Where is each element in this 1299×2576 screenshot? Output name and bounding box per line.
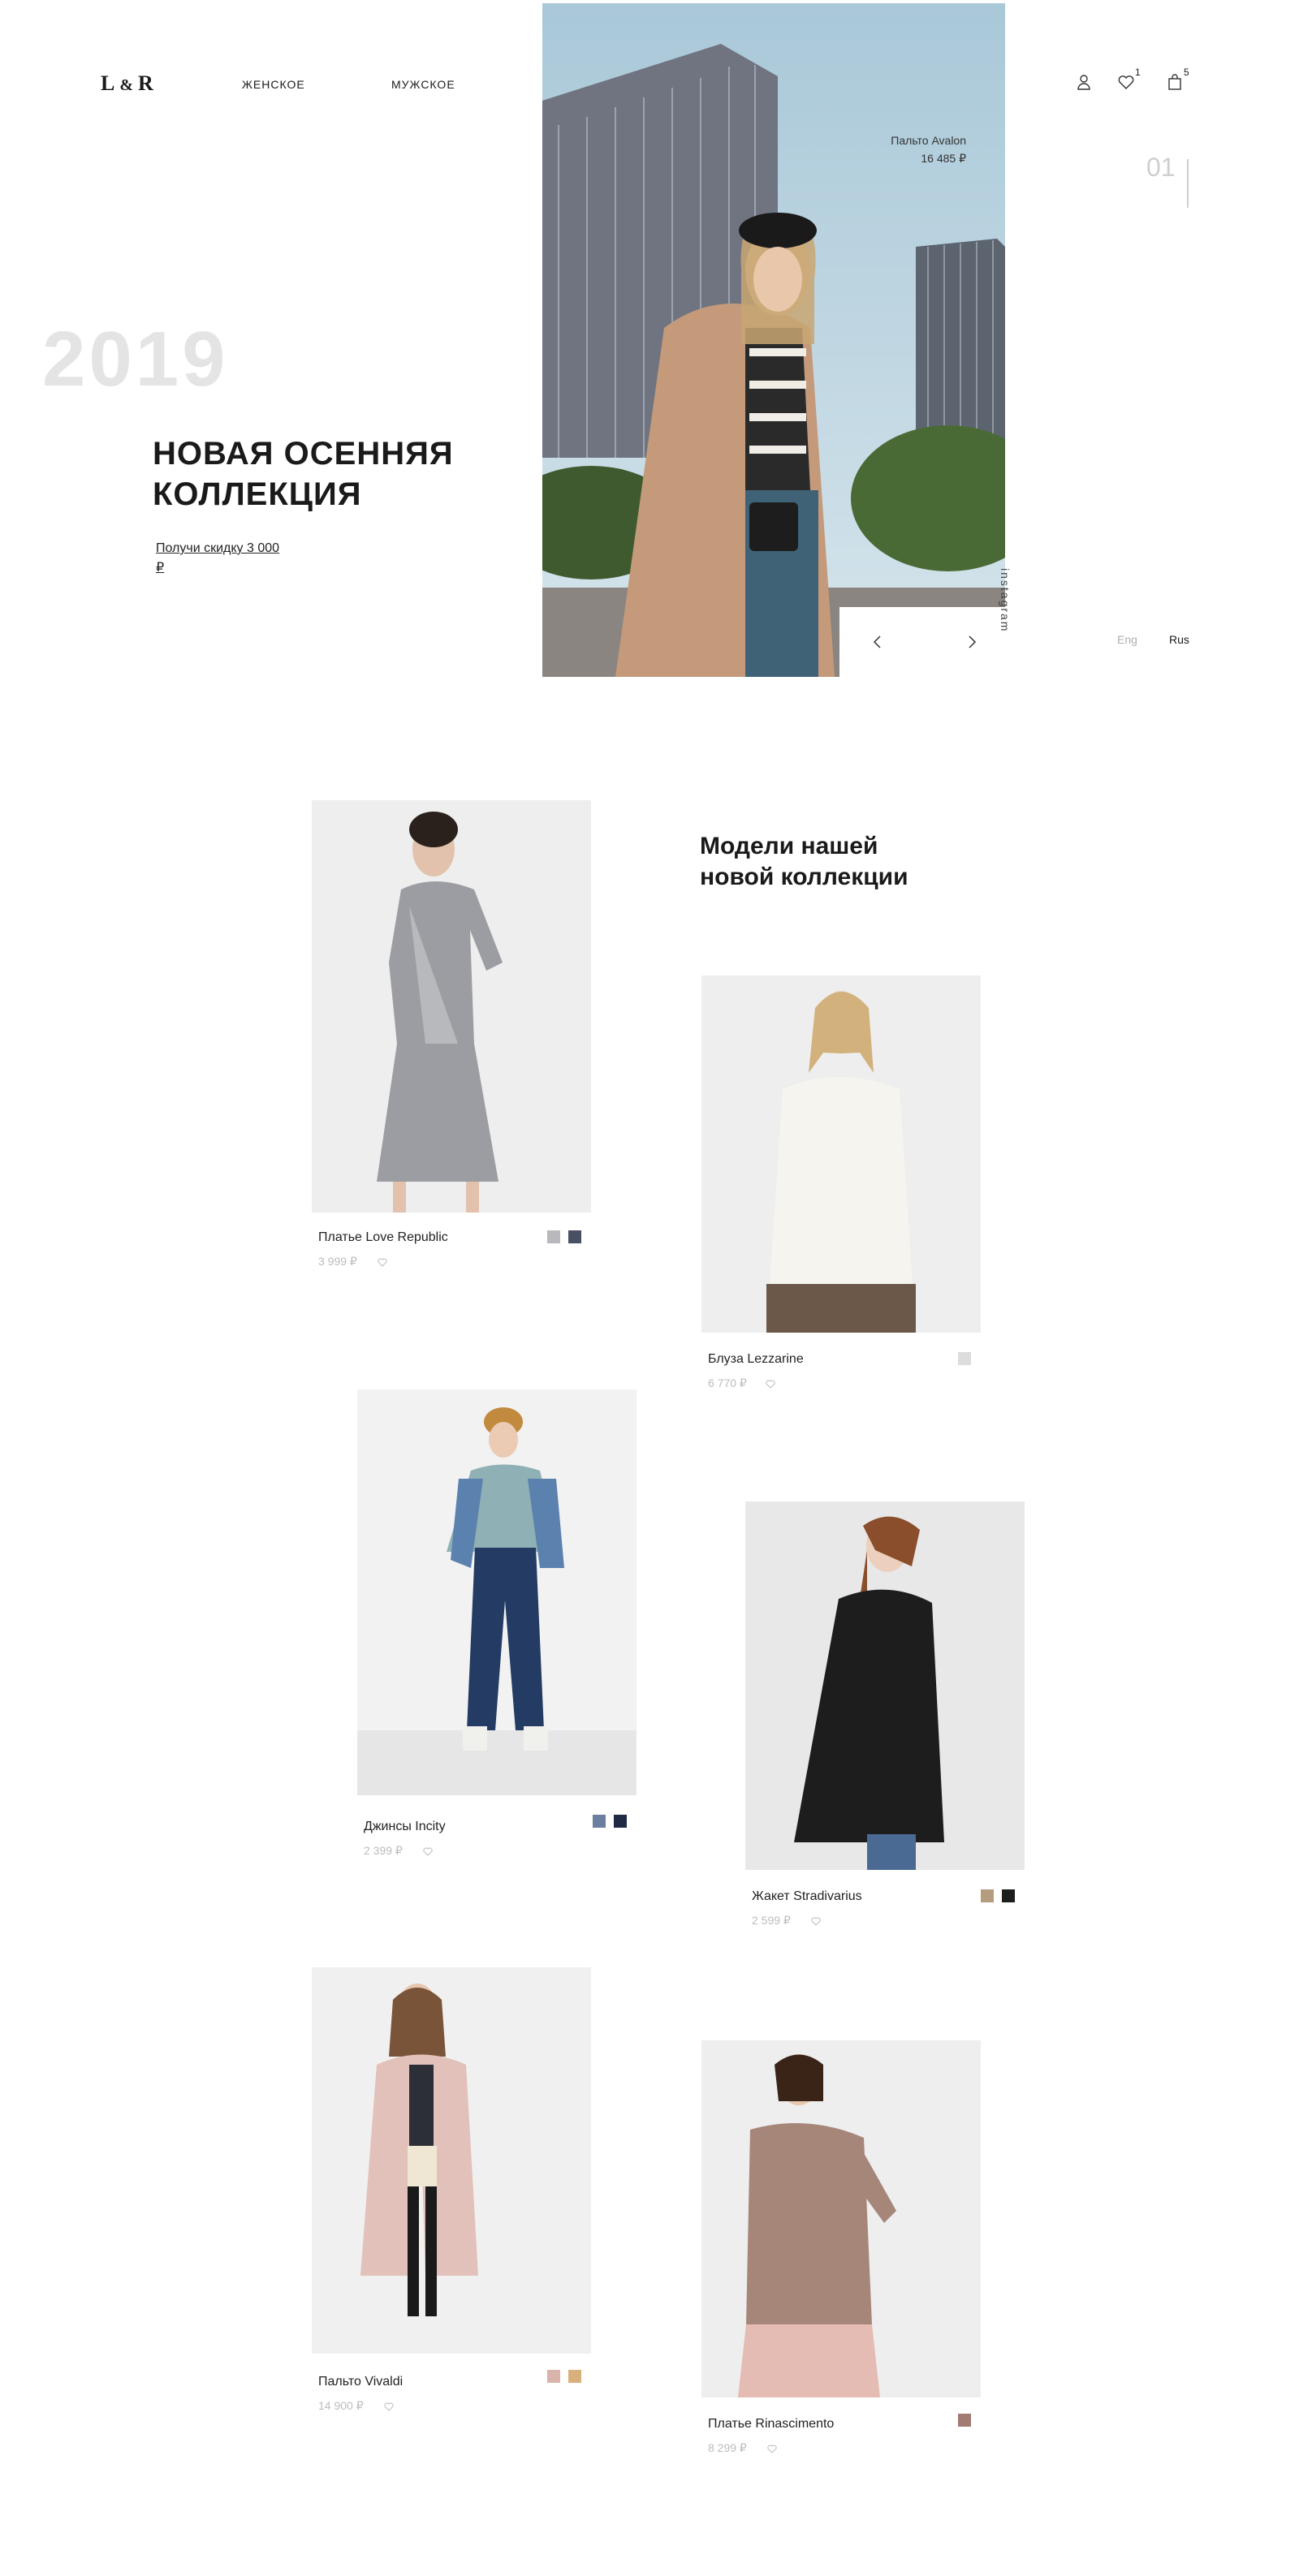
product-card[interactable]: Платье Love Republic 3 999 ₽ <box>312 800 591 1268</box>
product-name[interactable]: Платье Rinascimento <box>708 2417 834 2432</box>
chevron-right-icon <box>969 635 977 648</box>
heart-icon <box>766 1380 775 1389</box>
color-swatch[interactable] <box>614 1815 627 1828</box>
heart-icon <box>423 1847 433 1856</box>
lang-eng[interactable]: Eng <box>1117 633 1137 646</box>
product-name[interactable]: Джинсы Incity <box>364 1820 446 1834</box>
chevron-left-icon <box>873 635 881 648</box>
product-card[interactable]: Платье Rinascimento 8 299 ₽ <box>701 2040 981 2454</box>
instagram-link[interactable]: instagram <box>999 568 1012 649</box>
product-image[interactable] <box>745 1501 1025 1870</box>
heart-icon <box>767 2445 777 2453</box>
color-swatch[interactable] <box>568 1230 581 1243</box>
product-price: 2 399 ₽ <box>364 1844 403 1857</box>
section-title: Модели нашей новой коллекции <box>700 833 908 890</box>
hero-year: 2019 <box>42 316 229 403</box>
add-to-wishlist-button[interactable] <box>377 1256 388 1268</box>
product-card[interactable]: Джинсы Incity 2 399 ₽ <box>357 1389 637 1857</box>
slide-progress-line <box>1187 159 1189 208</box>
color-swatch[interactable] <box>1002 1889 1015 1902</box>
logo[interactable]: L & R <box>101 71 155 96</box>
hero-caption-price: 16 485 ₽ <box>921 152 966 165</box>
color-swatch[interactable] <box>981 1889 994 1902</box>
hero-caption-name: Пальто Avalon <box>891 134 966 147</box>
nav-women[interactable]: ЖЕНСКОЕ <box>242 78 305 91</box>
color-swatch[interactable] <box>958 1352 971 1365</box>
product-card[interactable]: Пальто Vivaldi 14 900 ₽ <box>312 1967 591 2412</box>
user-icon[interactable] <box>1075 73 1093 91</box>
hero-photo <box>542 3 1005 677</box>
hero-caption: Пальто Avalon 16 485 ₽ <box>852 131 966 167</box>
product-image[interactable] <box>312 800 591 1213</box>
product-price: 3 999 ₽ <box>318 1255 357 1268</box>
hero-title: НОВАЯ ОСЕННЯЯ КОЛЛЕКЦИЯ <box>153 436 454 512</box>
heart-icon <box>811 1917 821 1926</box>
product-card[interactable]: Блуза Lezzarine 6 770 ₽ <box>701 976 981 1389</box>
product-name[interactable]: Пальто Vivaldi <box>318 2375 403 2389</box>
shopping-bag-icon <box>1168 74 1181 90</box>
product-image[interactable] <box>312 1967 591 2354</box>
product-name[interactable]: Жакет Stradivarius <box>752 1889 862 1904</box>
color-swatch[interactable] <box>547 1230 560 1243</box>
prev-slide-button[interactable] <box>865 630 890 654</box>
discount-link[interactable]: Получи скидку 3 000 ₽ <box>156 539 286 578</box>
heart-icon <box>1118 75 1134 89</box>
product-price: 8 299 ₽ <box>708 2441 747 2454</box>
wishlist-button[interactable]: 1 <box>1117 67 1141 91</box>
product-image[interactable] <box>701 2040 981 2397</box>
product-price: 14 900 ₽ <box>318 2399 364 2412</box>
cart-count: 5 <box>1184 67 1189 78</box>
lang-rus[interactable]: Rus <box>1169 633 1189 646</box>
logo-ampersand: & <box>119 76 136 94</box>
add-to-wishlist-button[interactable] <box>766 2443 778 2454</box>
product-price: 6 770 ₽ <box>708 1376 747 1389</box>
color-swatch[interactable] <box>593 1815 606 1828</box>
add-to-wishlist-button[interactable] <box>422 1846 434 1857</box>
slide-number: 01 <box>1146 153 1176 182</box>
add-to-wishlist-button[interactable] <box>383 2401 395 2412</box>
next-slide-button[interactable] <box>960 630 984 654</box>
logo-letter-r: R <box>138 71 155 95</box>
product-image[interactable] <box>701 976 981 1333</box>
color-swatch[interactable] <box>568 2370 581 2383</box>
color-swatch[interactable] <box>547 2370 560 2383</box>
wishlist-count: 1 <box>1135 67 1141 78</box>
slider-controls <box>839 607 1005 677</box>
nav-men[interactable]: МУЖСКОЕ <box>391 78 455 91</box>
logo-letter-l: L <box>101 71 117 95</box>
product-name[interactable]: Блуза Lezzarine <box>708 1352 804 1367</box>
product-card[interactable]: Жакет Stradivarius 2 599 ₽ <box>745 1501 1025 1927</box>
add-to-wishlist-button[interactable] <box>765 1378 776 1389</box>
add-to-wishlist-button[interactable] <box>810 1915 822 1927</box>
cart-button[interactable]: 5 <box>1166 67 1189 91</box>
heart-icon <box>384 2402 394 2411</box>
color-swatch[interactable] <box>958 2414 971 2427</box>
product-image[interactable] <box>357 1389 637 1795</box>
heart-icon <box>378 1258 387 1267</box>
product-price: 2 599 ₽ <box>752 1914 791 1927</box>
product-name[interactable]: Платье Love Republic <box>318 1230 448 1245</box>
